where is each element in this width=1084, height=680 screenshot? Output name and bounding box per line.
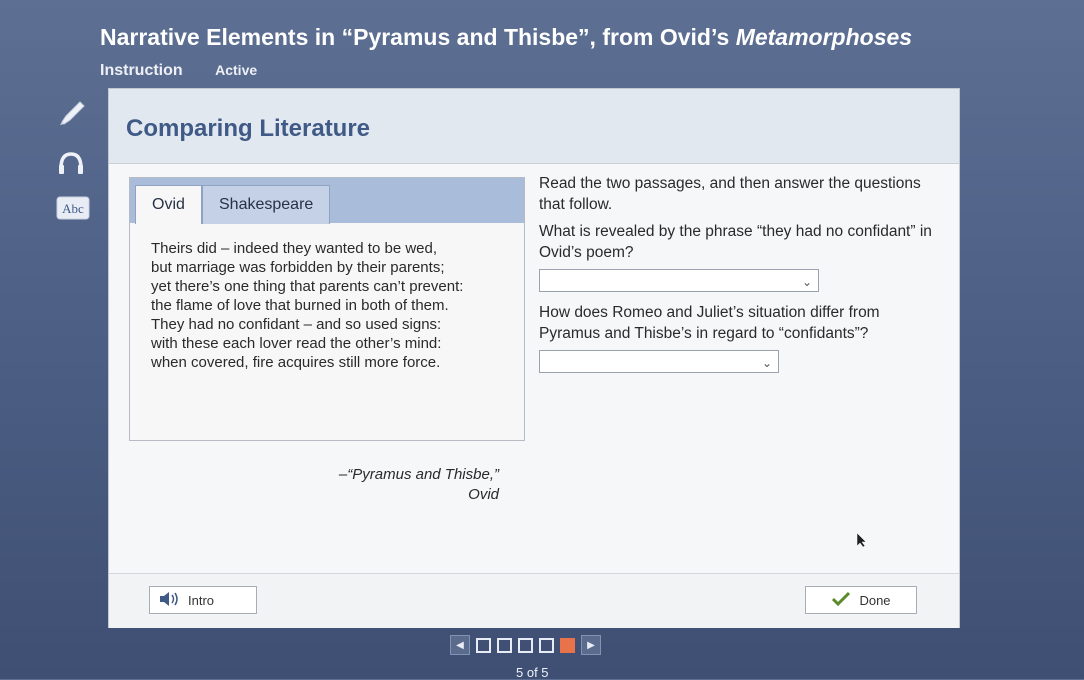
mouse-pointer-icon — [856, 532, 868, 553]
intro-button[interactable]: Intro — [149, 586, 257, 614]
chevron-down-icon: ⌄ — [801, 275, 812, 289]
previous-page-button[interactable]: ◀ — [450, 635, 470, 655]
done-label: Done — [859, 592, 891, 608]
poem-citation: –“Pyramus and Thisbe,” Ovid — [339, 465, 499, 505]
page-title: Narrative Elements in “Pyramus and Thisb… — [100, 24, 912, 51]
citation-author: Ovid — [468, 486, 499, 503]
next-page-button[interactable]: ▶ — [581, 635, 601, 655]
pencil-icon[interactable] — [56, 96, 86, 131]
instructions-text: Read the two passages, and then answer t… — [539, 175, 921, 213]
poem-line: yet there’s one thing that parents can’t… — [151, 278, 464, 295]
title-main: Narrative Elements in “Pyramus and Thisb… — [100, 24, 736, 50]
lesson-meta: Instruction Active — [100, 62, 257, 80]
speaker-icon — [158, 591, 180, 610]
dictionary-icon[interactable]: Abc — [56, 196, 90, 225]
card-header: Comparing Literature — [109, 89, 959, 164]
poem-line: Theirs did – indeed they wanted to be we… — [151, 240, 438, 257]
question-2: How does Romeo and Juliet’s situation di… — [539, 304, 880, 342]
passage-panel: Ovid Shakespeare Theirs did – indeed the… — [129, 177, 525, 503]
poem-line: with these each lover read the other’s m… — [151, 335, 442, 352]
tab-ovid[interactable]: Ovid — [135, 185, 202, 224]
headphones-icon[interactable] — [56, 148, 86, 183]
intro-label: Intro — [188, 592, 215, 608]
poem-line: the flame of love that burned in both of… — [151, 297, 449, 314]
done-button[interactable]: Done — [805, 586, 917, 614]
question-1: What is revealed by the phrase “they had… — [539, 223, 932, 261]
card-footer: Intro Done — [109, 573, 959, 628]
page-indicator-1[interactable] — [476, 637, 491, 653]
card-title: Comparing Literature — [126, 115, 371, 142]
section-label: Instruction — [100, 62, 183, 79]
passage-tabbar: Ovid Shakespeare — [130, 178, 524, 224]
answer-dropdown-2[interactable]: ⌄ — [539, 350, 779, 373]
citation-title: –“Pyramus and Thisbe,” — [338, 466, 499, 483]
status-label: Active — [215, 62, 258, 78]
poem-text: Theirs did – indeed they wanted to be we… — [151, 239, 463, 372]
poem-line: when covered, fire acquires still more f… — [151, 354, 441, 371]
page-indicator-5[interactable] — [560, 637, 575, 653]
title-italic: Metamorphoses — [735, 24, 913, 50]
page-indicator-2[interactable] — [497, 637, 512, 653]
checkmark-icon — [831, 591, 851, 610]
chevron-down-icon: ⌄ — [761, 356, 772, 370]
pagination: ◀ ▶ — [450, 634, 601, 656]
page-indicator-4[interactable] — [539, 637, 554, 653]
page-count: 5 of 5 — [516, 665, 549, 680]
poem-line: but marriage was forbidden by their pare… — [151, 259, 445, 276]
lesson-card: Comparing Literature Ovid Shakespeare Th… — [108, 88, 960, 628]
dictionary-label: Abc — [62, 201, 84, 216]
answer-dropdown-1[interactable]: ⌄ — [539, 269, 819, 292]
page-indicator-3[interactable] — [518, 637, 533, 653]
tab-shakespeare[interactable]: Shakespeare — [202, 185, 331, 224]
questions-panel: Read the two passages, and then answer t… — [539, 173, 939, 383]
poem-line: They had no confidant – and so used sign… — [151, 316, 442, 333]
